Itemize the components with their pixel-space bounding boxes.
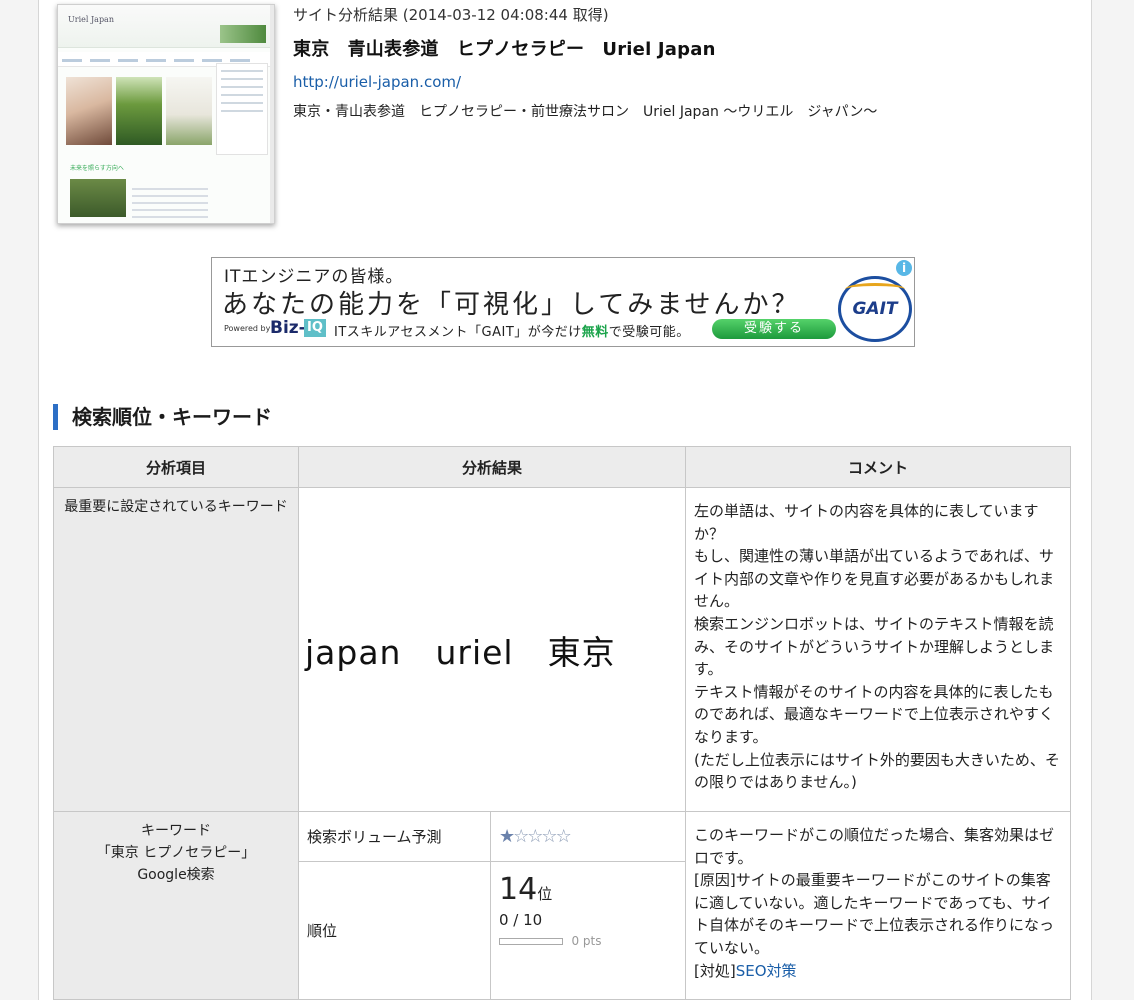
seo-link[interactable]: SEO対策 — [736, 962, 797, 980]
ad-headline: あなたの能力を「可視化」してみませんか？ — [222, 290, 801, 320]
row1-comment: 左の単語は、サイトの内容を具体的に表していますか？ もし、関連性の薄い単語が出て… — [685, 487, 1071, 812]
ad-logo-arc — [845, 283, 905, 296]
row2-comment: このキーワードがこの順位だった場合、集客効果はゼロです。 [原因]サイトの最重要… — [685, 811, 1071, 1000]
row2-item-line1: キーワード — [141, 823, 211, 839]
ad-brand-iq: IQ — [304, 319, 326, 337]
score-pts: 0 pts — [571, 934, 602, 948]
star-empty-icon: ☆ — [513, 826, 529, 847]
thumbnail-site-name: Uriel Japan — [68, 15, 114, 24]
ad-logo-text: GAIT — [852, 299, 898, 319]
thumbnail-photo-tree — [116, 77, 162, 145]
thumbnail-header-image — [220, 25, 266, 43]
ad-line3: ITスキルアセスメント「GAIT」が今だけ無料で受験可能。 — [334, 321, 690, 340]
header-comment: コメント — [685, 446, 1071, 488]
row2-item: キーワード 「東京 ヒプノセラピー」 Google検索 — [53, 811, 299, 1000]
table-row-keywords: 最重要に設定されているキーワード japan uriel 東京 左の単語は、サイ… — [53, 487, 1071, 812]
ad-brand: Biz- — [270, 318, 306, 338]
analysis-table: 分析項目 分析結果 コメント 最重要に設定されているキーワード japan ur… — [53, 446, 1071, 1000]
thumbnail-scrollbar — [270, 5, 274, 223]
volume-rating: ★☆☆☆☆ — [490, 811, 686, 862]
ad-line3-free: 無料 — [581, 325, 609, 340]
table-row-volume: キーワード 「東京 ヒプノセラピー」 Google検索 検索ボリューム予測 ★☆… — [53, 811, 1071, 1000]
header-item: 分析項目 — [53, 446, 299, 488]
table-header-row: 分析項目 分析結果 コメント — [53, 446, 1071, 488]
rank-unit: 位 — [537, 885, 553, 903]
row2-item-line3: Google検索 — [137, 867, 215, 883]
star-empty-icon: ☆ — [527, 826, 543, 847]
row1-comment-text: 左の単語は、サイトの内容を具体的に表していますか？ もし、関連性の薄い単語が出て… — [694, 502, 1060, 792]
ad-gait-logo: GAIT — [838, 276, 912, 342]
thumbnail-photo-garden — [70, 179, 126, 217]
thumbnail-photo-interior — [166, 77, 212, 145]
thumbnail-photos — [66, 77, 214, 153]
rank-label: 順位 — [298, 861, 491, 1000]
section-title: 検索順位・キーワード — [53, 404, 272, 430]
ad-line3-suffix: で受験可能。 — [608, 325, 690, 340]
score-bar-row: 0 pts — [499, 933, 677, 949]
row2-comment-text: このキーワードがこの順位だった場合、集客効果はゼロです。 [原因]サイトの最重要… — [694, 826, 1055, 957]
thumbnail-subheading: 未来を照らす方向へ — [70, 165, 124, 172]
ad-line3-prefix: ITスキルアセスメント「GAIT」が今だけ — [334, 325, 582, 340]
volume-label: 検索ボリューム予測 — [298, 811, 491, 862]
page-container: Uriel Japan 未来を照らす方向へ サイト分析結果 (2014-03-1… — [38, 0, 1092, 1000]
row2-comment-action-prefix: [対処] — [694, 961, 736, 980]
score-bar — [499, 937, 563, 945]
row1-keywords: japan uriel 東京 — [298, 487, 686, 812]
rank-cell: 14位 0 / 10 0 pts — [490, 861, 686, 1000]
thumbnail-text-lines — [132, 183, 208, 223]
star-filled-icon: ★ — [499, 826, 515, 847]
star-empty-icon: ☆ — [541, 826, 557, 847]
site-url-link[interactable]: http://uriel-japan.com/ — [293, 73, 877, 91]
thumbnail-header: Uriel Japan — [58, 5, 274, 48]
site-description: 東京・青山表参道 ヒプノセラピー・前世療法サロン Uriel Japan ～ウリ… — [293, 104, 878, 120]
header-result: 分析結果 — [298, 446, 686, 488]
star-empty-icon: ☆ — [555, 826, 572, 847]
ad-powered-by: Powered by — [224, 324, 271, 333]
site-title: 東京 青山表参道 ヒプノセラピー Uriel Japan — [293, 39, 716, 60]
thumbnail-photo-person — [66, 77, 112, 145]
site-info: サイト分析結果 (2014-03-12 04:08:44 取得) 東京 青山表参… — [293, 4, 877, 121]
row2-item-line2: 「東京 ヒプノセラピー」 — [96, 845, 256, 861]
ad-info-icon[interactable]: i — [896, 260, 912, 276]
thumbnail-sidebar — [216, 63, 268, 155]
row1-item: 最重要に設定されているキーワード — [53, 487, 299, 812]
ad-banner[interactable]: ITエンジニアの皆様。 あなたの能力を「可視化」してみませんか？ Powered… — [211, 257, 915, 347]
ad-exam-button[interactable]: 受験する — [712, 319, 836, 339]
volume-stars: ★☆☆☆☆ — [499, 826, 572, 847]
site-thumbnail[interactable]: Uriel Japan 未来を照らす方向へ — [57, 4, 275, 224]
score-text: 0 / 10 — [499, 911, 543, 929]
rank-value: 14 — [499, 872, 538, 907]
analysis-meta: サイト分析結果 (2014-03-12 04:08:44 取得) — [293, 6, 609, 24]
